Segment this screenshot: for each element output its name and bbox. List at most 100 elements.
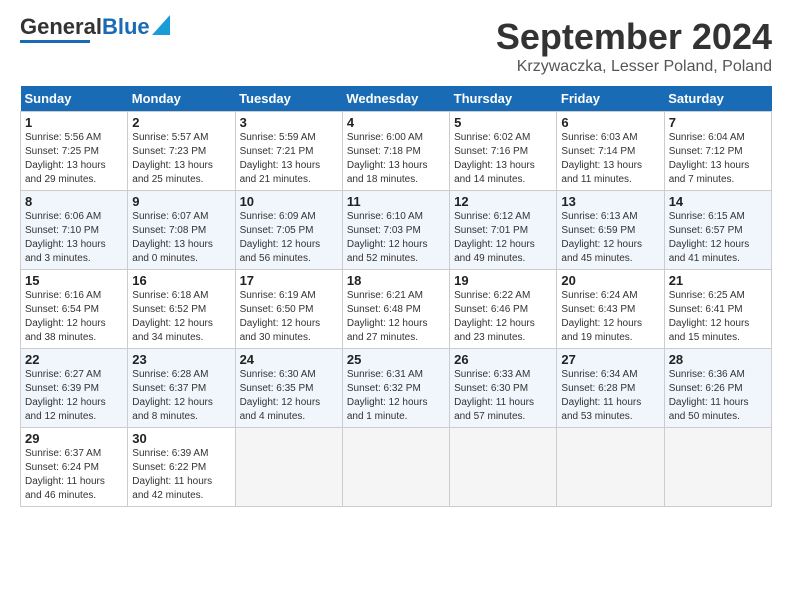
week-row-3: 15Sunrise: 6:16 AM Sunset: 6:54 PM Dayli…	[21, 270, 772, 349]
day-number: 23	[132, 352, 230, 367]
calendar-cell: 26Sunrise: 6:33 AM Sunset: 6:30 PM Dayli…	[450, 349, 557, 428]
week-row-2: 8Sunrise: 6:06 AM Sunset: 7:10 PM Daylig…	[21, 191, 772, 270]
page: GeneralBlue September 2024 Krzywaczka, L…	[0, 0, 792, 517]
logo-text: GeneralBlue	[20, 16, 150, 38]
day-number: 12	[454, 194, 552, 209]
header-row: SundayMondayTuesdayWednesdayThursdayFrid…	[21, 86, 772, 112]
day-number: 24	[240, 352, 338, 367]
day-info: Sunrise: 6:12 AM Sunset: 7:01 PM Dayligh…	[454, 210, 552, 266]
day-number: 22	[25, 352, 123, 367]
day-header-tuesday: Tuesday	[235, 86, 342, 112]
day-info: Sunrise: 6:16 AM Sunset: 6:54 PM Dayligh…	[25, 289, 123, 345]
day-info: Sunrise: 5:57 AM Sunset: 7:23 PM Dayligh…	[132, 131, 230, 187]
day-header-thursday: Thursday	[450, 86, 557, 112]
calendar-cell: 28Sunrise: 6:36 AM Sunset: 6:26 PM Dayli…	[664, 349, 771, 428]
logo: GeneralBlue	[20, 16, 170, 43]
day-number: 5	[454, 115, 552, 130]
logo-underline	[20, 40, 90, 43]
location-title: Krzywaczka, Lesser Poland, Poland	[496, 58, 772, 76]
day-number: 9	[132, 194, 230, 209]
calendar-cell: 11Sunrise: 6:10 AM Sunset: 7:03 PM Dayli…	[342, 191, 449, 270]
day-info: Sunrise: 6:31 AM Sunset: 6:32 PM Dayligh…	[347, 368, 445, 424]
day-info: Sunrise: 6:34 AM Sunset: 6:28 PM Dayligh…	[561, 368, 659, 424]
day-info: Sunrise: 6:03 AM Sunset: 7:14 PM Dayligh…	[561, 131, 659, 187]
day-header-wednesday: Wednesday	[342, 86, 449, 112]
calendar-cell: 12Sunrise: 6:12 AM Sunset: 7:01 PM Dayli…	[450, 191, 557, 270]
calendar-cell: 1Sunrise: 5:56 AM Sunset: 7:25 PM Daylig…	[21, 112, 128, 191]
day-info: Sunrise: 6:06 AM Sunset: 7:10 PM Dayligh…	[25, 210, 123, 266]
day-number: 21	[669, 273, 767, 288]
day-info: Sunrise: 6:04 AM Sunset: 7:12 PM Dayligh…	[669, 131, 767, 187]
day-number: 4	[347, 115, 445, 130]
day-number: 11	[347, 194, 445, 209]
calendar-cell: 14Sunrise: 6:15 AM Sunset: 6:57 PM Dayli…	[664, 191, 771, 270]
day-number: 14	[669, 194, 767, 209]
day-header-saturday: Saturday	[664, 86, 771, 112]
day-info: Sunrise: 6:30 AM Sunset: 6:35 PM Dayligh…	[240, 368, 338, 424]
calendar-cell: 29Sunrise: 6:37 AM Sunset: 6:24 PM Dayli…	[21, 428, 128, 507]
calendar-cell: 15Sunrise: 6:16 AM Sunset: 6:54 PM Dayli…	[21, 270, 128, 349]
day-info: Sunrise: 6:37 AM Sunset: 6:24 PM Dayligh…	[25, 447, 123, 503]
day-info: Sunrise: 6:24 AM Sunset: 6:43 PM Dayligh…	[561, 289, 659, 345]
calendar-cell: 3Sunrise: 5:59 AM Sunset: 7:21 PM Daylig…	[235, 112, 342, 191]
day-number: 30	[132, 431, 230, 446]
day-number: 28	[669, 352, 767, 367]
day-number: 19	[454, 273, 552, 288]
calendar-cell	[235, 428, 342, 507]
title-block: September 2024 Krzywaczka, Lesser Poland…	[496, 16, 772, 76]
day-info: Sunrise: 6:02 AM Sunset: 7:16 PM Dayligh…	[454, 131, 552, 187]
calendar-cell: 20Sunrise: 6:24 AM Sunset: 6:43 PM Dayli…	[557, 270, 664, 349]
calendar-cell: 4Sunrise: 6:00 AM Sunset: 7:18 PM Daylig…	[342, 112, 449, 191]
calendar-cell: 5Sunrise: 6:02 AM Sunset: 7:16 PM Daylig…	[450, 112, 557, 191]
day-number: 3	[240, 115, 338, 130]
header: GeneralBlue September 2024 Krzywaczka, L…	[20, 16, 772, 76]
calendar-cell: 18Sunrise: 6:21 AM Sunset: 6:48 PM Dayli…	[342, 270, 449, 349]
day-number: 2	[132, 115, 230, 130]
calendar-cell	[342, 428, 449, 507]
calendar-cell: 21Sunrise: 6:25 AM Sunset: 6:41 PM Dayli…	[664, 270, 771, 349]
day-info: Sunrise: 6:18 AM Sunset: 6:52 PM Dayligh…	[132, 289, 230, 345]
day-header-sunday: Sunday	[21, 86, 128, 112]
week-row-5: 29Sunrise: 6:37 AM Sunset: 6:24 PM Dayli…	[21, 428, 772, 507]
day-number: 25	[347, 352, 445, 367]
day-number: 29	[25, 431, 123, 446]
day-info: Sunrise: 6:21 AM Sunset: 6:48 PM Dayligh…	[347, 289, 445, 345]
calendar-cell: 10Sunrise: 6:09 AM Sunset: 7:05 PM Dayli…	[235, 191, 342, 270]
day-header-friday: Friday	[557, 86, 664, 112]
day-number: 13	[561, 194, 659, 209]
calendar-cell: 22Sunrise: 6:27 AM Sunset: 6:39 PM Dayli…	[21, 349, 128, 428]
day-header-monday: Monday	[128, 86, 235, 112]
day-info: Sunrise: 6:39 AM Sunset: 6:22 PM Dayligh…	[132, 447, 230, 503]
day-info: Sunrise: 6:10 AM Sunset: 7:03 PM Dayligh…	[347, 210, 445, 266]
calendar-cell: 6Sunrise: 6:03 AM Sunset: 7:14 PM Daylig…	[557, 112, 664, 191]
day-info: Sunrise: 6:33 AM Sunset: 6:30 PM Dayligh…	[454, 368, 552, 424]
day-info: Sunrise: 6:09 AM Sunset: 7:05 PM Dayligh…	[240, 210, 338, 266]
day-info: Sunrise: 5:59 AM Sunset: 7:21 PM Dayligh…	[240, 131, 338, 187]
day-info: Sunrise: 6:00 AM Sunset: 7:18 PM Dayligh…	[347, 131, 445, 187]
calendar-cell: 23Sunrise: 6:28 AM Sunset: 6:37 PM Dayli…	[128, 349, 235, 428]
calendar-cell: 8Sunrise: 6:06 AM Sunset: 7:10 PM Daylig…	[21, 191, 128, 270]
calendar-cell: 16Sunrise: 6:18 AM Sunset: 6:52 PM Dayli…	[128, 270, 235, 349]
calendar-cell	[557, 428, 664, 507]
day-number: 15	[25, 273, 123, 288]
day-number: 6	[561, 115, 659, 130]
calendar-cell: 19Sunrise: 6:22 AM Sunset: 6:46 PM Dayli…	[450, 270, 557, 349]
day-number: 16	[132, 273, 230, 288]
day-number: 8	[25, 194, 123, 209]
day-info: Sunrise: 6:15 AM Sunset: 6:57 PM Dayligh…	[669, 210, 767, 266]
calendar-cell: 2Sunrise: 5:57 AM Sunset: 7:23 PM Daylig…	[128, 112, 235, 191]
day-info: Sunrise: 6:27 AM Sunset: 6:39 PM Dayligh…	[25, 368, 123, 424]
day-number: 26	[454, 352, 552, 367]
calendar-cell: 25Sunrise: 6:31 AM Sunset: 6:32 PM Dayli…	[342, 349, 449, 428]
day-info: Sunrise: 6:28 AM Sunset: 6:37 PM Dayligh…	[132, 368, 230, 424]
day-info: Sunrise: 6:07 AM Sunset: 7:08 PM Dayligh…	[132, 210, 230, 266]
day-info: Sunrise: 6:13 AM Sunset: 6:59 PM Dayligh…	[561, 210, 659, 266]
week-row-4: 22Sunrise: 6:27 AM Sunset: 6:39 PM Dayli…	[21, 349, 772, 428]
calendar-cell: 7Sunrise: 6:04 AM Sunset: 7:12 PM Daylig…	[664, 112, 771, 191]
logo-icon	[152, 15, 170, 35]
calendar-cell: 17Sunrise: 6:19 AM Sunset: 6:50 PM Dayli…	[235, 270, 342, 349]
week-row-1: 1Sunrise: 5:56 AM Sunset: 7:25 PM Daylig…	[21, 112, 772, 191]
day-number: 20	[561, 273, 659, 288]
calendar-cell	[664, 428, 771, 507]
calendar-cell: 30Sunrise: 6:39 AM Sunset: 6:22 PM Dayli…	[128, 428, 235, 507]
